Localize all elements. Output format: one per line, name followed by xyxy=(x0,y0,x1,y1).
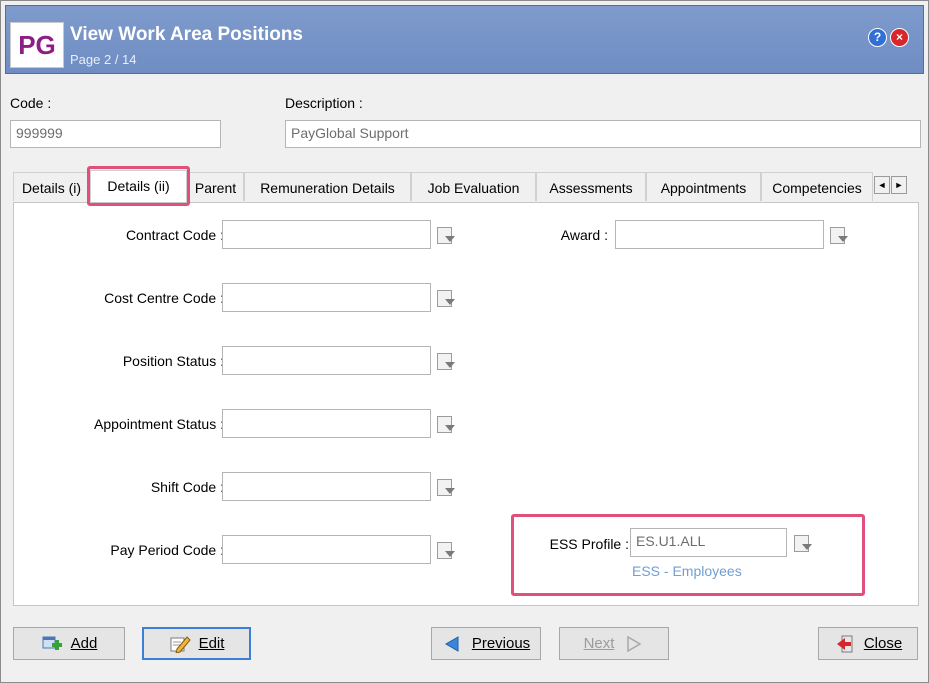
tab-scroll-left-icon[interactable]: ◄ xyxy=(874,176,890,194)
contract-code-lookup-icon[interactable] xyxy=(436,227,455,244)
tab-scroll-right-icon[interactable]: ► xyxy=(891,176,907,194)
pay-period-code-lookup-icon[interactable] xyxy=(436,542,455,559)
code-field[interactable]: 999999 xyxy=(10,120,221,148)
close-button-label: Close xyxy=(863,635,903,652)
page-indicator: Page 2 / 14 xyxy=(70,52,137,67)
cost-centre-code-lookup-icon[interactable] xyxy=(436,290,455,307)
ess-profile-highlight xyxy=(511,514,865,596)
appointment-status-field[interactable] xyxy=(222,409,431,438)
position-status-label: Position Status : xyxy=(122,353,224,369)
shift-code-label: Shift Code : xyxy=(150,479,224,495)
description-field[interactable]: PayGlobal Support xyxy=(285,120,921,148)
close-window-icon[interactable]: × xyxy=(890,28,909,47)
title-bar: PG View Work Area Positions Page 2 / 14 … xyxy=(5,5,924,74)
tab-parent[interactable]: Parent xyxy=(187,172,244,201)
help-icon[interactable]: ? xyxy=(868,28,887,47)
award-label: Award : xyxy=(560,227,608,243)
previous-arrow-icon xyxy=(442,635,464,653)
next-arrow-icon xyxy=(622,635,644,653)
award-lookup-icon[interactable] xyxy=(829,227,848,244)
add-button[interactable]: Add xyxy=(13,627,125,660)
previous-button[interactable]: Previous xyxy=(431,627,541,660)
close-door-icon xyxy=(834,635,856,653)
shift-code-lookup-icon[interactable] xyxy=(436,479,455,496)
tab-competencies[interactable]: Competencies xyxy=(761,172,873,201)
active-tab-highlight xyxy=(87,166,190,206)
add-button-label: Add xyxy=(70,635,98,652)
tab-remuneration-details[interactable]: Remuneration Details xyxy=(244,172,411,201)
edit-button[interactable]: Edit xyxy=(142,627,251,660)
appointment-status-label: Appointment Status : xyxy=(94,416,224,432)
cost-centre-code-label: Cost Centre Code : xyxy=(104,290,224,306)
pay-period-code-label: Pay Period Code : xyxy=(110,542,224,558)
position-status-field[interactable] xyxy=(222,346,431,375)
edit-pencil-icon xyxy=(169,635,191,654)
next-button-label: Next xyxy=(583,635,615,652)
next-button[interactable]: Next xyxy=(559,627,669,660)
tab-appointments[interactable]: Appointments xyxy=(646,172,761,201)
award-field[interactable] xyxy=(615,220,824,249)
edit-button-label: Edit xyxy=(198,635,225,652)
app-logo: PG xyxy=(10,22,64,68)
tab-job-evaluation[interactable]: Job Evaluation xyxy=(411,172,536,201)
tab-assessments[interactable]: Assessments xyxy=(536,172,646,201)
description-label: Description : xyxy=(285,95,363,111)
appointment-status-lookup-icon[interactable] xyxy=(436,416,455,433)
contract-code-label: Contract Code : xyxy=(125,227,224,243)
pay-period-code-field[interactable] xyxy=(222,535,431,564)
shift-code-field[interactable] xyxy=(222,472,431,501)
add-record-icon xyxy=(41,635,63,653)
close-button[interactable]: Close xyxy=(818,627,918,660)
cost-centre-code-field[interactable] xyxy=(222,283,431,312)
contract-code-field[interactable] xyxy=(222,220,431,249)
tab-details-i[interactable]: Details (i) xyxy=(13,172,90,201)
position-status-lookup-icon[interactable] xyxy=(436,353,455,370)
code-label: Code : xyxy=(10,95,52,111)
window-title: View Work Area Positions xyxy=(70,24,304,45)
dialog-window: PG View Work Area Positions Page 2 / 14 … xyxy=(0,0,929,683)
previous-button-label: Previous xyxy=(471,635,531,652)
